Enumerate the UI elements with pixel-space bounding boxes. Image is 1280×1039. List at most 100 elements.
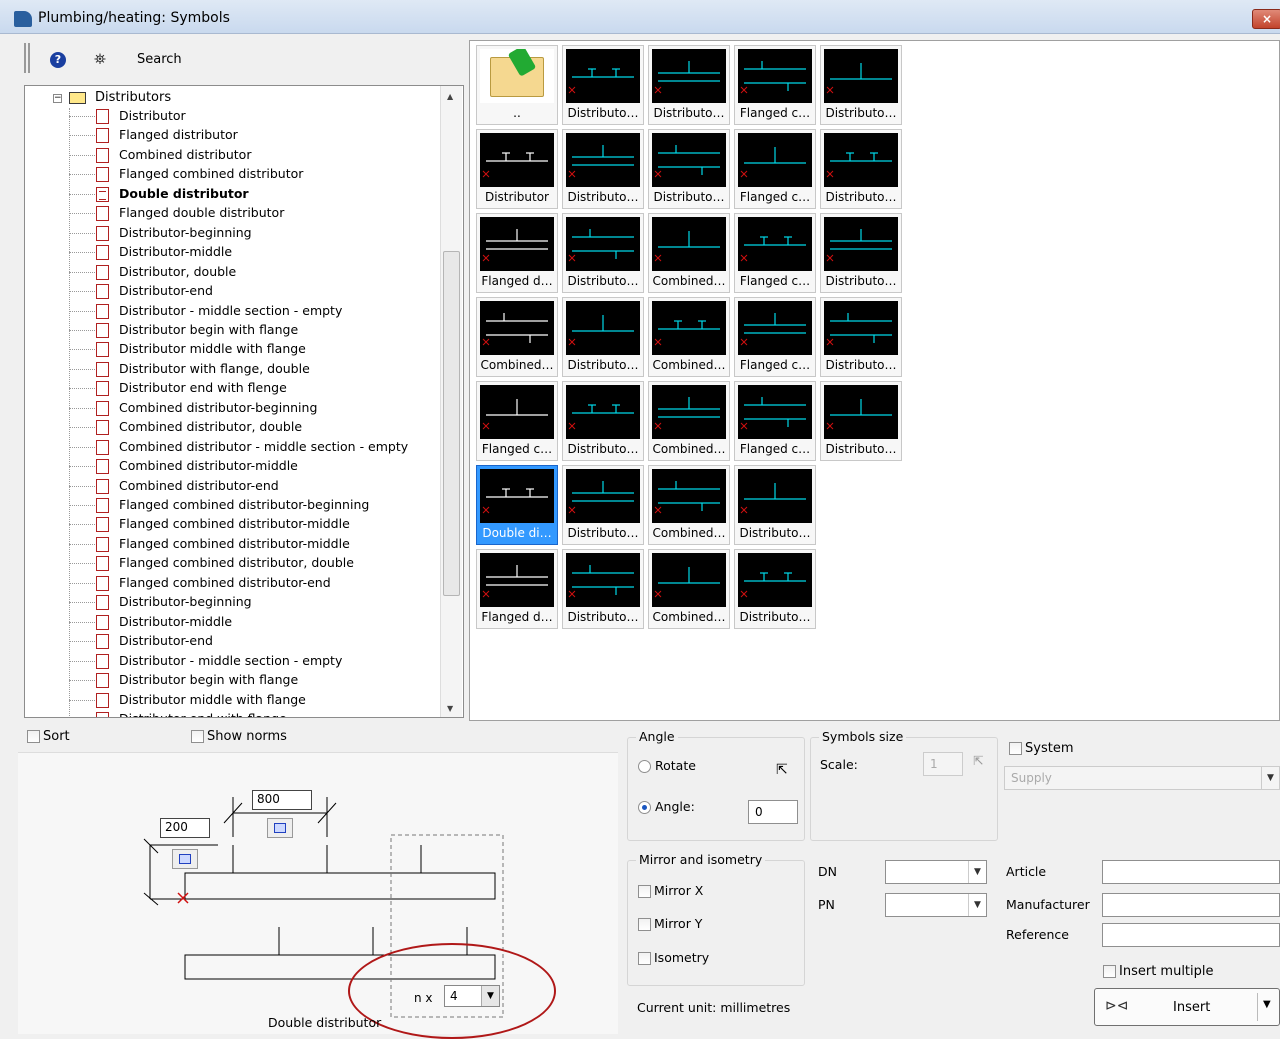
chevron-down-icon[interactable]: ▼	[1261, 767, 1279, 789]
symbol-tile[interactable]: Distributo…	[820, 297, 902, 377]
mirror-x-check[interactable]	[638, 885, 651, 898]
tree-item[interactable]: Double distributor	[69, 185, 459, 204]
symbol-tile[interactable]: Combined…	[648, 297, 730, 377]
angle-input[interactable]: 0	[748, 800, 798, 824]
tree-item[interactable]: Distributor end with flange	[69, 710, 459, 717]
symbol-tile[interactable]: Combined…	[648, 465, 730, 545]
system-combo[interactable]: Supply ▼	[1004, 766, 1280, 790]
tree-item[interactable]: Combined distributor-end	[69, 477, 459, 496]
scroll-thumb[interactable]	[443, 251, 460, 596]
symbol-tile[interactable]: Flanged c…	[734, 129, 816, 209]
sort-check[interactable]	[27, 730, 40, 743]
symbol-tile[interactable]: Distributo…	[562, 465, 644, 545]
symbol-tile[interactable]: Combined…	[648, 549, 730, 629]
tree-item[interactable]: Combined distributor-middle	[69, 457, 459, 476]
tree-item[interactable]: Distributor-beginning	[69, 593, 459, 612]
insert-multiple-check[interactable]	[1103, 965, 1116, 978]
symbol-tile[interactable]: Flanged c…	[476, 381, 558, 461]
tree-item[interactable]: Distributor-beginning	[69, 224, 459, 243]
insert-button[interactable]: ⊳⊲ Insert ▼	[1094, 988, 1280, 1026]
symbol-tile[interactable]: Distributo…	[562, 381, 644, 461]
cursor-pick-icon[interactable]: ⇱	[776, 762, 788, 778]
collapse-icon[interactable]: −	[53, 94, 62, 103]
mirror-y-check[interactable]	[638, 918, 651, 931]
insert-multiple-checkbox[interactable]: Insert multiple	[1103, 964, 1214, 979]
scale-input[interactable]: 1	[923, 752, 963, 776]
pick-width-icon[interactable]	[267, 818, 293, 838]
pn-combo[interactable]: ▼	[885, 893, 987, 917]
tree-item[interactable]: Distributor - middle section - empty	[69, 652, 459, 671]
reference-input[interactable]	[1102, 923, 1280, 947]
close-button[interactable]: ×	[1252, 9, 1280, 29]
width-dimension-input[interactable]: 800	[252, 790, 312, 810]
symbol-tile[interactable]: Combined…	[648, 213, 730, 293]
tree-item[interactable]: Distributor with flange, double	[69, 360, 459, 379]
symbol-tile[interactable]: Distributo…	[734, 549, 816, 629]
symbol-tile[interactable]: Flanged d…	[476, 549, 558, 629]
system-check[interactable]	[1009, 742, 1022, 755]
show-norms-check[interactable]	[191, 730, 204, 743]
tree-item[interactable]: Flanged combined distributor-middle	[69, 515, 459, 534]
parent-folder-tile[interactable]: ..	[476, 45, 558, 125]
tree-item[interactable]: Flanged combined distributor-middle	[69, 535, 459, 554]
chevron-down-icon[interactable]: ▼	[968, 894, 986, 916]
symbol-tile[interactable]: Distributo…	[734, 465, 816, 545]
symbol-tile[interactable]: Distributo…	[562, 45, 644, 125]
symbol-tile[interactable]: Distributo…	[562, 129, 644, 209]
chevron-down-icon[interactable]: ▼	[968, 861, 986, 883]
tree-item[interactable]: Distributor	[69, 107, 459, 126]
angle-radio-dot[interactable]	[638, 801, 651, 814]
binoculars-icon[interactable]: ⛯	[94, 50, 106, 68]
tree-item[interactable]: Flanged distributor	[69, 126, 459, 145]
manufacturer-input[interactable]	[1102, 893, 1280, 917]
tree-item[interactable]: Distributor-end	[69, 632, 459, 651]
mirror-y-checkbox[interactable]: Mirror Y	[638, 916, 702, 931]
symbol-tile[interactable]: Combined…	[476, 297, 558, 377]
tree-item[interactable]: Distributor - middle section - empty	[69, 302, 459, 321]
tree-item[interactable]: Combined distributor	[69, 146, 459, 165]
symbol-tile[interactable]: Distributo…	[648, 45, 730, 125]
symbol-tile[interactable]: Flanged c…	[734, 45, 816, 125]
system-checkbox[interactable]: System	[1009, 741, 1073, 756]
symbol-tile[interactable]: Flanged d…	[476, 213, 558, 293]
symbol-tile[interactable]: Flanged c…	[734, 213, 816, 293]
isometry-check[interactable]	[638, 952, 651, 965]
tree-item[interactable]: Combined distributor-beginning	[69, 399, 459, 418]
tree-item[interactable]: Distributor middle with flange	[69, 340, 459, 359]
tree-item[interactable]: Flanged combined distributor, double	[69, 554, 459, 573]
mirror-x-checkbox[interactable]: Mirror X	[638, 883, 703, 898]
height-dimension-input[interactable]: 200	[160, 818, 210, 838]
show-norms-checkbox[interactable]: Show norms	[191, 729, 287, 744]
chevron-down-icon[interactable]: ▼	[1263, 999, 1271, 1010]
tree-item[interactable]: Distributor middle with flange	[69, 691, 459, 710]
tree-item[interactable]: Combined distributor, double	[69, 418, 459, 437]
tree-item[interactable]: Distributor end with flenge	[69, 379, 459, 398]
sort-checkbox[interactable]: Sort	[27, 729, 70, 744]
angle-radio[interactable]: Angle:	[638, 799, 695, 814]
help-icon[interactable]: ?	[50, 52, 66, 68]
symbol-tile[interactable]: Distributo…	[820, 45, 902, 125]
tree-item[interactable]: Distributor-middle	[69, 243, 459, 262]
scroll-up-icon[interactable]: ▲	[447, 92, 453, 101]
symbol-tile[interactable]: Double di…	[476, 465, 558, 545]
tree-item[interactable]: Flanged combined distributor	[69, 165, 459, 184]
scroll-down-icon[interactable]: ▼	[447, 704, 453, 713]
pick-scale-icon[interactable]: ⇱	[973, 753, 983, 768]
article-input[interactable]	[1102, 860, 1280, 884]
dn-combo[interactable]: ▼	[885, 860, 987, 884]
isometry-checkbox[interactable]: Isometry	[638, 950, 709, 965]
symbol-tile[interactable]: Distributo…	[562, 213, 644, 293]
symbol-tile[interactable]: Distributor	[476, 129, 558, 209]
search-button[interactable]: Search	[137, 52, 182, 67]
tree-item[interactable]: Combined distributor - middle section - …	[69, 438, 459, 457]
symbol-tree[interactable]: − Distributors Distributor Flanged distri…	[24, 85, 464, 718]
toolbar-grip[interactable]	[24, 43, 30, 73]
pick-height-icon[interactable]	[172, 849, 198, 869]
symbol-tile[interactable]: Flanged c…	[734, 381, 816, 461]
tree-item[interactable]: Distributor, double	[69, 263, 459, 282]
symbol-tile[interactable]: Flanged c…	[734, 297, 816, 377]
symbol-tile[interactable]: Distributo…	[562, 549, 644, 629]
symbol-tile[interactable]: Distributo…	[820, 129, 902, 209]
symbol-tile[interactable]: Distributo…	[562, 297, 644, 377]
rotate-radio-dot[interactable]	[638, 760, 651, 773]
